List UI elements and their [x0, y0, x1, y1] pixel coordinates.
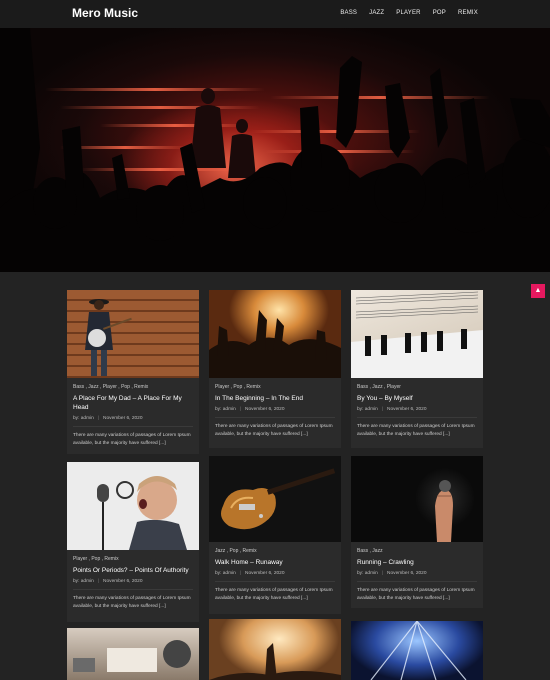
post-image-concert-lights[interactable]: [351, 621, 483, 680]
post-card[interactable]: [351, 621, 483, 680]
post-meta: by: admin | November 6, 2020: [73, 579, 193, 590]
post-image-boy-microphone[interactable]: [67, 462, 199, 550]
site-title[interactable]: Mero Music: [72, 6, 138, 20]
post-meta: by: admin | November 6, 2020: [215, 407, 335, 418]
post-title[interactable]: In The Beginning – In The End: [215, 394, 335, 403]
post-title[interactable]: A Place For My Dad – A Place For My Head: [73, 394, 193, 412]
post-title[interactable]: Running – Crawling: [357, 558, 477, 567]
post-meta: by: admin | November 6, 2020: [215, 571, 335, 582]
site-header: Mero Music BASS JAZZ PLAYER POP REMIX: [0, 0, 550, 28]
post-image-hand-microphone[interactable]: [351, 456, 483, 542]
post-meta: by: admin | November 6, 2020: [357, 407, 477, 418]
post-categories[interactable]: Player , Pop , Remix: [73, 556, 193, 562]
post-image-studio-desk[interactable]: [67, 628, 199, 680]
post-card[interactable]: Bass , Jazz , Player , Pop , Remix A Pla…: [67, 290, 199, 454]
post-image-concert-hands[interactable]: [209, 290, 341, 378]
post-card[interactable]: Bass , Jazz , Player By You – By Myself …: [351, 290, 483, 448]
nav-item-remix[interactable]: REMIX: [458, 10, 478, 16]
post-image-banjo-player[interactable]: [67, 290, 199, 378]
nav-item-pop[interactable]: POP: [433, 10, 446, 16]
post-card[interactable]: Player , Pop , Remix In The Beginning – …: [209, 290, 341, 448]
post-excerpt: There are many variations of passages of…: [215, 424, 333, 437]
post-author[interactable]: by: admin: [73, 416, 94, 421]
post-excerpt: There are many variations of passages of…: [215, 588, 333, 601]
post-date[interactable]: November 6, 2020: [103, 416, 142, 421]
post-card[interactable]: [209, 619, 341, 680]
post-categories[interactable]: Jazz , Pop , Remix: [215, 548, 335, 554]
main-nav: BASS JAZZ PLAYER POP REMIX: [340, 10, 478, 16]
post-excerpt: There are many variations of passages of…: [357, 424, 475, 437]
post-card[interactable]: Player , Pop , Remix Points Or Periods? …: [67, 462, 199, 622]
post-title[interactable]: By You – By Myself: [357, 394, 477, 403]
nav-item-player[interactable]: PLAYER: [396, 10, 420, 16]
post-card[interactable]: Jazz , Pop , Remix Walk Home – Runaway b…: [209, 456, 341, 614]
post-author[interactable]: by: admin: [215, 571, 236, 576]
post-categories[interactable]: Bass , Jazz , Player , Pop , Remix: [73, 384, 193, 390]
post-date[interactable]: November 6, 2020: [387, 571, 426, 576]
post-card[interactable]: [67, 628, 199, 680]
post-image-stage-light[interactable]: [209, 619, 341, 680]
post-categories[interactable]: Player , Pop , Remix: [215, 384, 335, 390]
post-meta: by: admin | November 6, 2020: [73, 416, 193, 427]
post-categories[interactable]: Bass , Jazz , Player: [357, 384, 477, 390]
post-author[interactable]: by: admin: [357, 407, 378, 412]
arrow-up-icon: ▲: [534, 287, 542, 294]
post-date[interactable]: November 6, 2020: [245, 407, 284, 412]
post-title[interactable]: Points Or Periods? – Points Of Authority: [73, 566, 193, 575]
post-card[interactable]: Bass , Jazz Running – Crawling by: admin…: [351, 456, 483, 608]
post-excerpt: There are many variations of passages of…: [73, 433, 191, 446]
post-date[interactable]: November 6, 2020: [103, 579, 142, 584]
post-title[interactable]: Walk Home – Runaway: [215, 558, 335, 567]
post-excerpt: There are many variations of passages of…: [73, 596, 191, 609]
post-image-electric-guitar[interactable]: [209, 456, 341, 542]
post-image-piano-sheet-music[interactable]: [351, 290, 483, 378]
post-meta: by: admin | November 6, 2020: [357, 571, 477, 582]
post-author[interactable]: by: admin: [215, 407, 236, 412]
nav-item-bass[interactable]: BASS: [340, 10, 357, 16]
hero-concert-image: [0, 28, 550, 272]
post-date[interactable]: November 6, 2020: [245, 571, 284, 576]
post-date[interactable]: November 6, 2020: [387, 407, 426, 412]
post-author[interactable]: by: admin: [357, 571, 378, 576]
post-author[interactable]: by: admin: [73, 579, 94, 584]
scroll-to-top-button[interactable]: ▲: [531, 284, 545, 298]
post-categories[interactable]: Bass , Jazz: [357, 548, 477, 554]
nav-item-jazz[interactable]: JAZZ: [369, 10, 384, 16]
post-excerpt: There are many variations of passages of…: [357, 588, 475, 601]
